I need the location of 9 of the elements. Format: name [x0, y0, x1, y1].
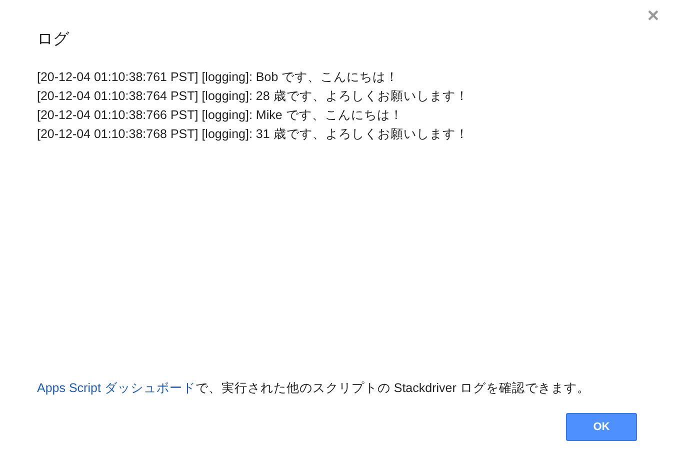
log-line: [20-12-04 01:10:38:766 PST] [logging]: Mike です、こんにちは！	[37, 107, 403, 124]
ok-button[interactable]: OK	[566, 413, 637, 441]
dialog-title: ログ	[37, 30, 69, 50]
dashboard-link[interactable]: Apps Script ダッシュボード	[37, 381, 196, 395]
footer-note: Apps Script ダッシュボードで、実行された他のスクリプトの Stackdriver ログを確認できます。	[37, 380, 590, 397]
log-line: [20-12-04 01:10:38:761 PST] [logging]: Bob です、こんにちは！	[37, 69, 399, 86]
close-button[interactable]: ×	[643, 6, 663, 26]
log-line: [20-12-04 01:10:38:764 PST] [logging]: 28 歳です、よろしくお願いします！	[37, 88, 468, 105]
log-line: [20-12-04 01:10:38:768 PST] [logging]: 31 歳です、よろしくお願いします！	[37, 126, 468, 143]
